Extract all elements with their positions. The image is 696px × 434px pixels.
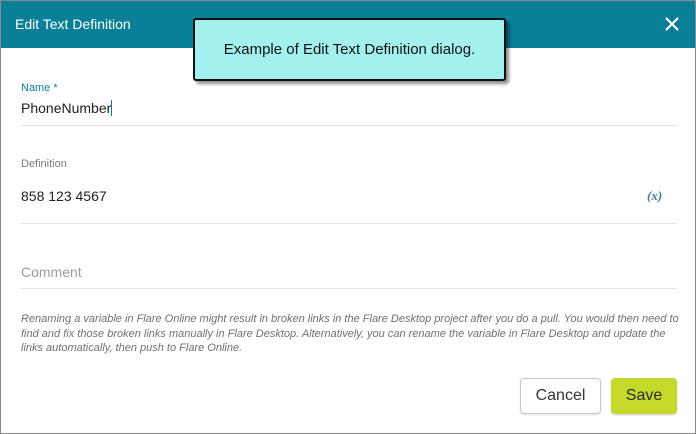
close-icon (665, 17, 679, 31)
definition-divider (21, 223, 677, 224)
name-value: PhoneNumber (21, 100, 112, 116)
rename-warning-note: Renaming a variable in Flare Online migh… (21, 313, 679, 354)
name-label: Name * (21, 82, 58, 94)
definition-label: Definition (21, 158, 67, 170)
edit-text-definition-dialog: Edit Text Definition Example of Edit Tex… (0, 0, 696, 434)
cancel-button[interactable]: Cancel (520, 378, 601, 414)
name-divider (21, 125, 677, 126)
text-cursor (111, 100, 113, 116)
definition-field[interactable]: 858 123 4567 (21, 188, 107, 204)
annotation-callout: Example of Edit Text Definition dialog. (193, 18, 506, 81)
name-field[interactable]: PhoneNumber (21, 100, 113, 116)
comment-divider (21, 288, 677, 289)
dialog-title: Edit Text Definition (15, 16, 131, 32)
comment-field[interactable]: Comment (21, 264, 82, 280)
insert-variable-button[interactable]: (x) (647, 188, 662, 204)
save-button[interactable]: Save (611, 378, 677, 414)
close-button[interactable] (663, 15, 681, 33)
